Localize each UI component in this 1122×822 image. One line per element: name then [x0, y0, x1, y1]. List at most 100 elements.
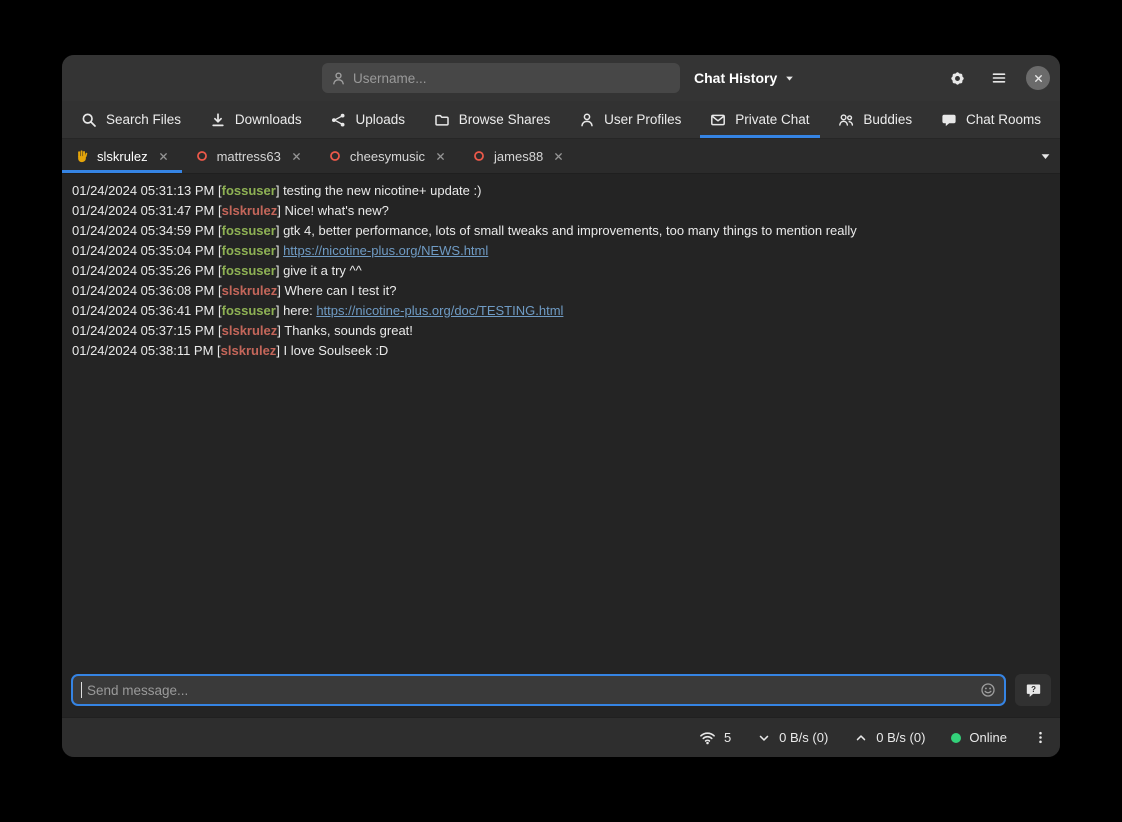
tab-label: Buddies — [863, 112, 912, 127]
message-username: fossuser — [222, 223, 276, 238]
chat-tab-label: slskrulez — [97, 149, 148, 164]
message-link[interactable]: https://nicotine-plus.org/NEWS.html — [283, 243, 488, 258]
connection-count[interactable]: 5 — [699, 729, 731, 746]
chat-tab-label: cheesymusic — [350, 149, 425, 164]
tab-browse-shares[interactable]: Browse Shares — [421, 101, 564, 138]
main-tab-bar: Search Files Downloads Uploads Browse Share… — [62, 101, 1060, 139]
chat-tab-label: james88 — [494, 149, 543, 164]
chat-tab-slskrulez[interactable]: slskrulez — [62, 139, 182, 173]
caret-down-icon — [784, 73, 795, 84]
download-rate-value: 0 B/s (0) — [779, 730, 828, 745]
close-icon — [1032, 72, 1045, 85]
chevron-up-icon — [854, 731, 868, 745]
svg-text:?: ? — [1031, 684, 1036, 693]
chat-tab-bar: slskrulez mattress63 cheesymusic james88 — [62, 139, 1060, 174]
help-bubble-icon: ? — [1025, 682, 1042, 699]
close-tab-icon[interactable] — [435, 151, 446, 162]
tab-buddies[interactable]: Buddies — [825, 101, 925, 138]
tab-user-profiles[interactable]: User Profiles — [566, 101, 694, 138]
message-bracket: ] — [276, 243, 283, 258]
chat-message: 01/24/2024 05:34:59 PM [fossuser] gtk 4,… — [72, 221, 1050, 241]
message-bracket: ] — [276, 303, 283, 318]
chat-message: 01/24/2024 05:36:41 PM [fossuser] here: … — [72, 301, 1050, 321]
message-timestamp: 01/24/2024 05:37:15 PM [ — [72, 323, 222, 338]
chevron-down-icon — [757, 731, 771, 745]
person-icon — [579, 112, 595, 128]
message-text: here: — [283, 303, 316, 318]
chat-message: 01/24/2024 05:37:15 PM [slskrulez] Thank… — [72, 321, 1050, 341]
gear-icon — [949, 70, 966, 87]
person-icon — [331, 71, 346, 86]
share-icon — [330, 112, 346, 128]
message-username: fossuser — [222, 303, 276, 318]
tab-label: Uploads — [355, 112, 405, 127]
tab-label: Chat Rooms — [966, 112, 1041, 127]
chat-tab-label: mattress63 — [217, 149, 281, 164]
tab-search-files[interactable]: Search Files — [68, 101, 194, 138]
tab-label: User Profiles — [604, 112, 681, 127]
kebab-icon — [1033, 730, 1048, 745]
chat-tab-cheesymusic[interactable]: cheesymusic — [315, 139, 459, 173]
upload-rate[interactable]: 0 B/s (0) — [854, 730, 925, 745]
message-timestamp: 01/24/2024 05:38:11 PM [ — [72, 343, 221, 358]
message-username: slskrulez — [221, 343, 277, 358]
tab-label: Search Files — [106, 112, 181, 127]
message-text: I love Soulseek :D — [284, 343, 389, 358]
chat-tab-mattress63[interactable]: mattress63 — [182, 139, 315, 173]
chat-icon — [941, 112, 957, 128]
message-username: fossuser — [222, 183, 276, 198]
preferences-button[interactable] — [942, 63, 972, 93]
message-text: gtk 4, better performance, lots of small… — [283, 223, 857, 238]
chat-tab-james88[interactable]: james88 — [459, 139, 577, 173]
tab-list-dropdown-button[interactable] — [1039, 139, 1052, 173]
connection-count-value: 5 — [724, 730, 731, 745]
message-bracket: ] — [276, 183, 283, 198]
message-input[interactable] — [87, 683, 975, 698]
username-entry[interactable] — [322, 63, 680, 93]
nicotine-plus-window: Chat History Search FilesDo — [62, 55, 1060, 757]
download-rate[interactable]: 0 B/s (0) — [757, 730, 828, 745]
wifi-icon — [699, 729, 716, 746]
tab-uploads[interactable]: Uploads — [317, 101, 418, 138]
chat-history-button[interactable]: Chat History — [694, 70, 795, 86]
chat-message: 01/24/2024 05:35:26 PM [fossuser] give i… — [72, 261, 1050, 281]
message-timestamp: 01/24/2024 05:31:13 PM [ — [72, 183, 222, 198]
chat-history-label: Chat History — [694, 70, 777, 86]
tab-label: Private Chat — [735, 112, 809, 127]
tab-label: Browse Shares — [459, 112, 551, 127]
close-tab-icon[interactable] — [158, 151, 169, 162]
tab-private-chat[interactable]: Private Chat — [697, 101, 822, 138]
window-close-button[interactable] — [1026, 66, 1050, 90]
user-status-away-icon — [75, 149, 89, 163]
connection-status[interactable]: Online — [951, 730, 1007, 745]
chat-message: 01/24/2024 05:38:11 PM [slskrulez] I lov… — [72, 341, 1050, 361]
tab-downloads[interactable]: Downloads — [197, 101, 315, 138]
chat-message: 01/24/2024 05:31:47 PM [slskrulez] Nice!… — [72, 201, 1050, 221]
caret-down-icon — [1039, 150, 1052, 163]
message-username: slskrulez — [222, 323, 278, 338]
status-menu-button[interactable] — [1033, 730, 1048, 745]
message-text: Where can I test it? — [285, 283, 397, 298]
message-entry[interactable] — [71, 674, 1006, 706]
chat-message: 01/24/2024 05:31:13 PM [fossuser] testin… — [72, 181, 1050, 201]
status-label: Online — [969, 730, 1007, 745]
close-tab-icon[interactable] — [553, 151, 564, 162]
chat-help-button[interactable]: ? — [1015, 674, 1051, 706]
chat-log: 01/24/2024 05:31:13 PM [fossuser] testin… — [62, 174, 1060, 665]
chat-message: 01/24/2024 05:36:08 PM [slskrulez] Where… — [72, 281, 1050, 301]
tab-label: Downloads — [235, 112, 302, 127]
user-status-offline-icon — [195, 149, 209, 163]
main-menu-button[interactable] — [984, 63, 1014, 93]
online-dot-icon — [951, 733, 961, 743]
message-username: fossuser — [222, 263, 276, 278]
close-tab-icon[interactable] — [291, 151, 302, 162]
username-input[interactable] — [353, 71, 671, 86]
message-link[interactable]: https://nicotine-plus.org/doc/TESTING.ht… — [316, 303, 563, 318]
user-status-offline-icon — [328, 149, 342, 163]
message-timestamp: 01/24/2024 05:35:04 PM [ — [72, 243, 222, 258]
buddies-icon — [838, 112, 854, 128]
composer-row: ? — [62, 665, 1060, 717]
emoji-icon[interactable] — [980, 682, 996, 698]
user-status-offline-icon — [472, 149, 486, 163]
tab-chat-rooms[interactable]: Chat Rooms — [928, 101, 1054, 138]
